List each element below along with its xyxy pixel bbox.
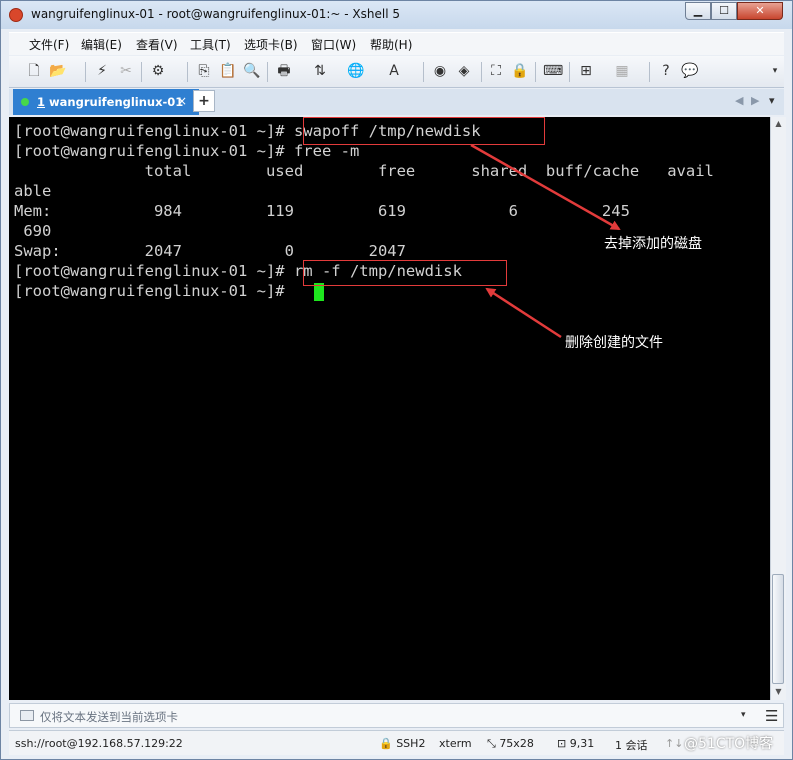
toolbar-separator — [187, 62, 188, 82]
tab-session-1[interactable]: 1 wangruifenglinux-01 × — [13, 89, 199, 115]
scroll-up-icon[interactable]: ▲ — [771, 117, 786, 131]
compose-menu-icon[interactable]: ☰ — [765, 707, 778, 725]
status-protocol: 🔒 SSH2 — [379, 737, 426, 750]
menu-tabs[interactable]: 选项卡(B) — [244, 36, 298, 53]
toolbar-separator — [481, 62, 482, 82]
window-title: wangruifenglinux-01 - root@wangruifengli… — [31, 7, 400, 21]
add-tab-button[interactable]: + — [193, 90, 215, 112]
help-icon[interactable]: ? — [657, 62, 675, 80]
vertical-scrollbar[interactable]: ▲ ▼ — [770, 117, 786, 700]
disconnect-icon[interactable]: ✂ — [117, 62, 135, 80]
toolbar-overflow-icon[interactable]: ▾ — [766, 62, 784, 80]
lock-icon[interactable]: 🔒 — [511, 62, 529, 80]
layout-icon[interactable]: ▦ — [613, 62, 631, 80]
annotation-delete-file: 删除创建的文件 — [565, 335, 663, 351]
terminal-area[interactable]: [root@wangruifenglinux-01 ~]# swapoff /t… — [9, 117, 770, 700]
compose-icon — [20, 710, 34, 721]
compose-bar[interactable]: 仅将文本发送到当前选项卡 ▾ ☰ — [9, 703, 784, 728]
compose-input[interactable]: 仅将文本发送到当前选项卡 — [40, 709, 178, 725]
menu-tools[interactable]: 工具(T) — [190, 36, 231, 53]
annotation-remove-disk: 去掉添加的磁盘 — [604, 236, 702, 252]
status-scroll-arrows-icon: ↑↓ — [665, 737, 684, 750]
toolbar-separator — [141, 62, 142, 82]
status-terminal-type: xterm — [439, 737, 472, 750]
title-bar[interactable]: wangruifenglinux-01 - root@wangruifengli… — [1, 1, 792, 29]
maximize-button[interactable]: ☐ — [711, 2, 737, 20]
print-icon[interactable]: 🖶 — [275, 62, 293, 80]
fullscreen-icon[interactable]: ⛶ — [487, 62, 505, 80]
status-connection: ssh://root@192.168.57.129:22 — [15, 737, 183, 750]
chat-icon[interactable]: 💬 — [681, 62, 699, 80]
menu-help[interactable]: 帮助(H) — [370, 36, 412, 53]
toolbar-separator — [267, 62, 268, 82]
toolbar-separator — [649, 62, 650, 82]
xshell-window: wangruifenglinux-01 - root@wangruifengli… — [0, 0, 793, 760]
menu-edit[interactable]: 编辑(E) — [81, 36, 122, 53]
scrollbar-thumb[interactable] — [772, 574, 784, 684]
arrow-to-rm-command — [485, 287, 562, 339]
status-cursor: ⊡ 9,31 — [557, 737, 595, 750]
menu-window[interactable]: 窗口(W) — [311, 36, 356, 53]
properties-icon[interactable]: ⚙ — [149, 62, 167, 80]
new-tab-icon[interactable]: ⊞ — [577, 62, 595, 80]
font-icon[interactable]: A — [385, 62, 403, 80]
open-folder-icon[interactable]: 📂 — [49, 62, 67, 80]
tab-bar: 1 wangruifenglinux-01 × + ◀ ▶ ▾ — [9, 89, 784, 115]
connect-icon[interactable]: ⚡ — [93, 62, 111, 80]
resize-icon: ⤡ — [487, 737, 496, 750]
tab-list-icon[interactable]: ▾ — [769, 94, 775, 107]
find-icon[interactable]: 🔍 — [243, 62, 261, 80]
scroll-down-icon[interactable]: ▼ — [771, 685, 786, 699]
tab-label: 1 wangruifenglinux-01 — [37, 95, 184, 109]
toolbar-separator — [535, 62, 536, 82]
toolbar-separator — [569, 62, 570, 82]
status-sessions: 1 会话 — [615, 739, 648, 752]
cursor-pos-icon: ⊡ — [557, 737, 567, 750]
toolbar-separator — [423, 62, 424, 82]
keyboard-icon[interactable]: ⌨ — [543, 62, 563, 80]
close-button[interactable]: ✕ — [737, 2, 783, 20]
lock-small-icon: 🔒 — [379, 737, 393, 750]
globe-icon[interactable]: 🌐 — [347, 62, 365, 80]
menu-bar: 文件(F) 编辑(E) 查看(V) 工具(T) 选项卡(B) 窗口(W) 帮助(… — [9, 32, 784, 55]
script-icon[interactable]: ◈ — [455, 62, 473, 80]
xftp-icon[interactable]: ◉ — [431, 62, 449, 80]
transfer-icon[interactable]: ⇅ — [311, 62, 329, 80]
annotation-arrows — [470, 143, 621, 339]
tab-prev-icon[interactable]: ◀ — [735, 94, 743, 107]
menu-view[interactable]: 查看(V) — [136, 36, 178, 53]
minimize-button[interactable]: ▁ — [685, 2, 711, 20]
new-session-icon[interactable]: 🗋 — [25, 62, 43, 80]
toolbar: 🗋 📂 ⚡ ✂ ⚙ ⎘ 📋 🔍 🖶 ⇅ 🌐 A ◉ ◈ ⛶ 🔒 ⌨ ⊞ ▦ ? … — [9, 56, 784, 88]
watermark: @51CTO博客 — [684, 736, 774, 752]
toolbar-separator — [85, 62, 86, 82]
arrow-to-swapoff-note — [470, 143, 621, 231]
tab-next-icon[interactable]: ▶ — [751, 94, 759, 107]
connected-status-icon — [21, 98, 29, 106]
compose-dropdown-icon[interactable]: ▾ — [741, 710, 746, 720]
status-bar: ssh://root@192.168.57.129:22 🔒 SSH2 xter… — [9, 730, 784, 755]
copy-icon[interactable]: ⎘ — [195, 62, 213, 80]
paste-icon[interactable]: 📋 — [219, 62, 237, 80]
xshell-app-icon[interactable] — [9, 8, 23, 22]
menu-file[interactable]: 文件(F) — [29, 36, 69, 53]
status-size: ⤡ 75x28 — [487, 737, 534, 750]
tab-close-icon[interactable]: × — [177, 94, 187, 108]
